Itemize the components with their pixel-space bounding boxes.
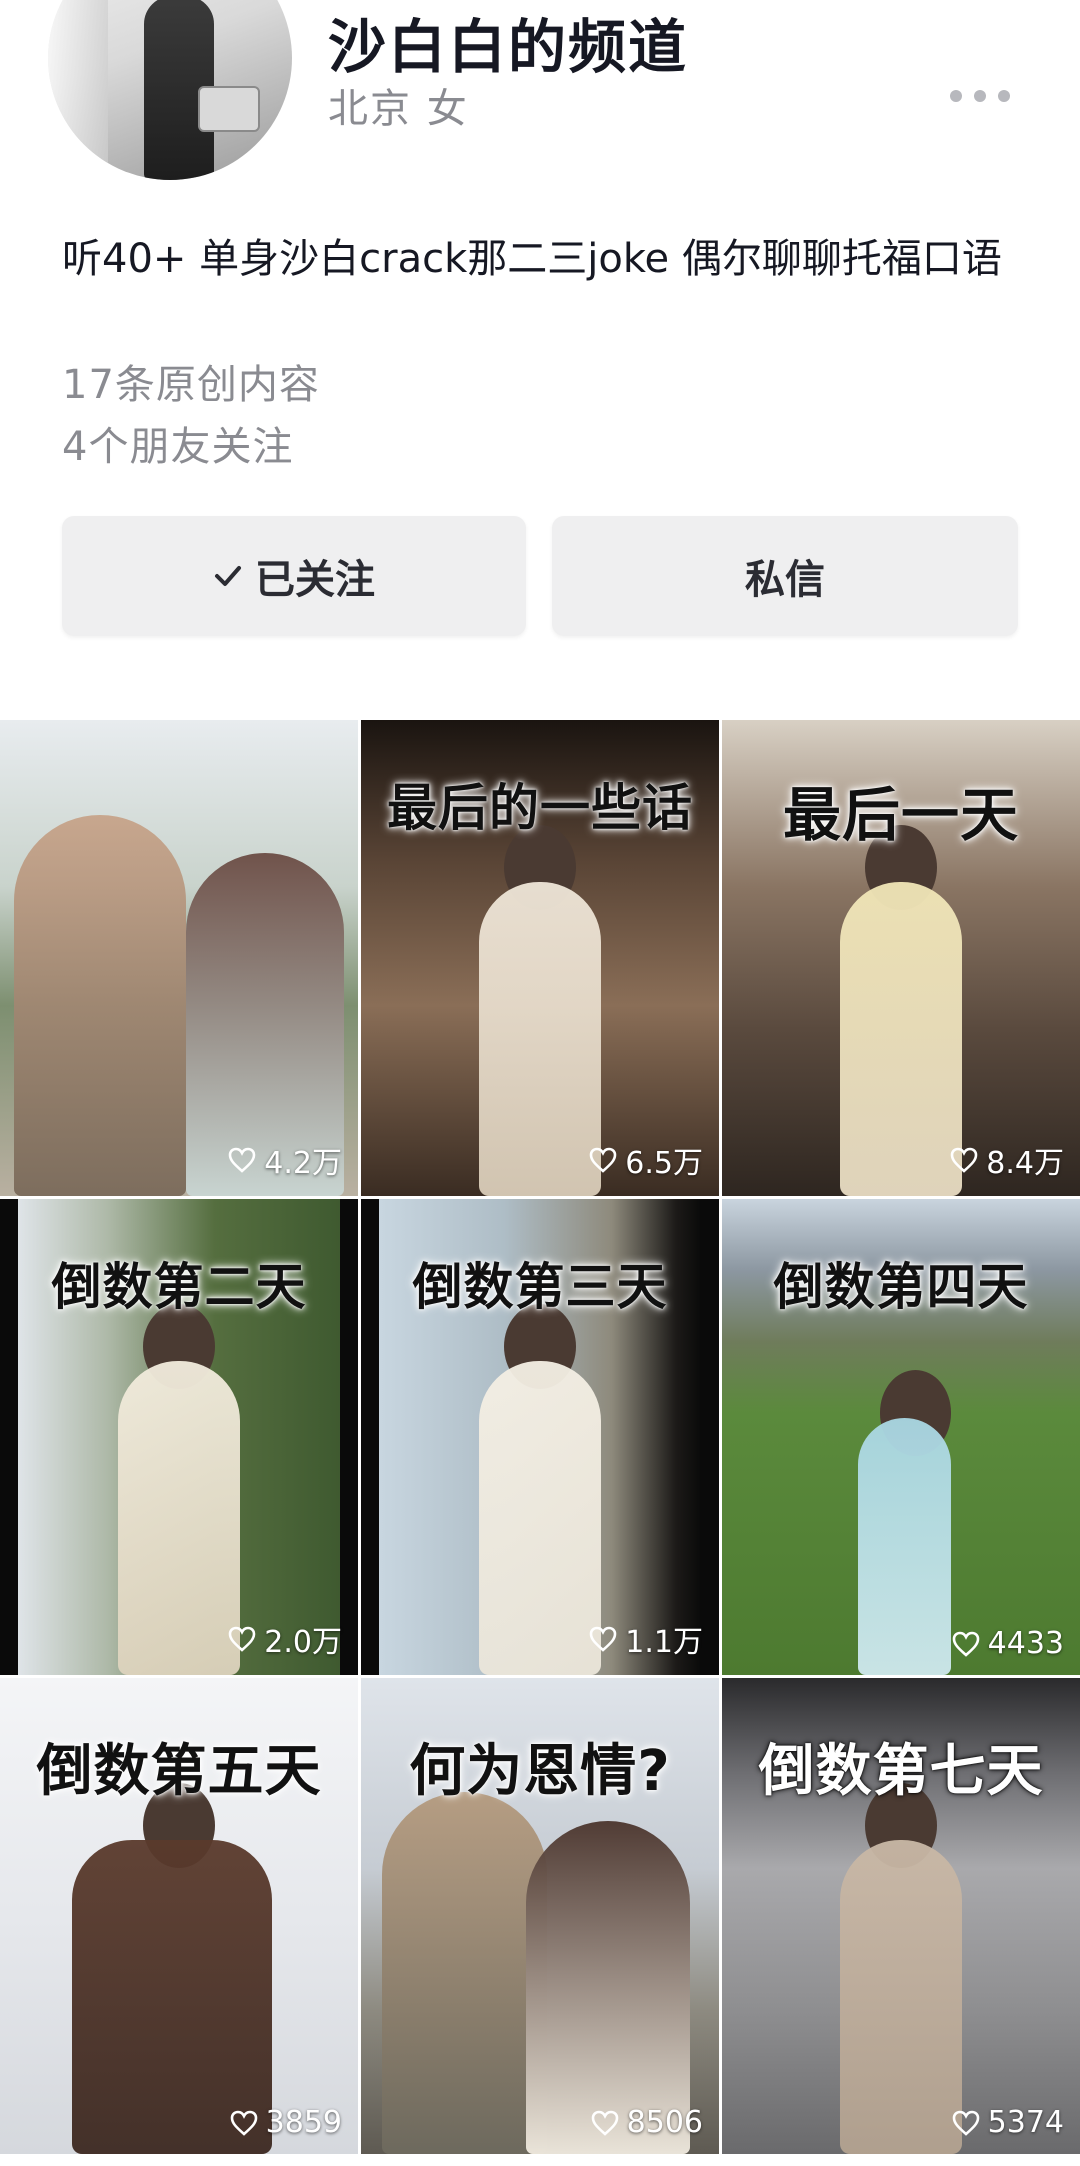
heart-icon: [228, 1147, 256, 1173]
heart-icon: [950, 1147, 978, 1173]
like-count: 6.5万: [589, 1138, 703, 1182]
more-options-icon[interactable]: [950, 82, 1010, 110]
like-count: 8.4万: [950, 1138, 1064, 1182]
like-count: 1.1万: [589, 1617, 703, 1661]
video-title: 何为恩情?: [409, 1739, 671, 1804]
like-count: 3859: [230, 2105, 342, 2140]
message-button-label: 私信: [745, 557, 825, 603]
profile-bio: 听40+ 单身沙白crack那二三joke 偶尔聊聊托福口语: [62, 236, 1002, 282]
video-tile[interactable]: 何为恩情? 8506: [361, 1678, 719, 2154]
avatar[interactable]: [48, 0, 292, 180]
video-title: 倒数第七天: [758, 1739, 1044, 1804]
heart-icon: [230, 2110, 257, 2136]
original-count: 17条原创内容: [62, 362, 320, 408]
check-icon: [215, 566, 241, 586]
video-tile[interactable]: 倒数第三天 1.1万: [361, 1199, 719, 1675]
heart-icon: [591, 2110, 618, 2136]
video-title: 最后一天: [782, 781, 1019, 849]
video-title: 倒数第二天: [51, 1258, 307, 1316]
video-tile[interactable]: 倒数第七天 5374: [722, 1678, 1080, 2154]
video-title: 倒数第五天: [36, 1739, 322, 1804]
video-title: 倒数第三天: [412, 1258, 668, 1316]
heart-icon: [589, 1147, 617, 1173]
like-count: 8506: [591, 2105, 703, 2140]
like-count: 4.2万: [228, 1138, 342, 1182]
message-button[interactable]: 私信: [552, 516, 1018, 636]
video-tile[interactable]: 倒数第四天 4433: [722, 1199, 1080, 1675]
followed-button[interactable]: 已关注: [62, 516, 526, 636]
heart-icon: [952, 2110, 979, 2136]
like-count: 4433: [952, 1626, 1064, 1661]
video-tile[interactable]: 最后的一些话 6.5万: [361, 720, 719, 1196]
channel-name: 沙白白的频道: [328, 13, 689, 81]
video-tile[interactable]: 最后一天 8.4万: [722, 720, 1080, 1196]
heart-icon: [952, 1631, 979, 1657]
video-grid: 4.2万 最后的一些话 6.5万 最后一天 8.4万 倒数第二天 2.0万 倒数…: [0, 720, 1080, 2166]
heart-icon: [589, 1626, 617, 1652]
video-tile[interactable]: 倒数第二天 2.0万: [0, 1199, 358, 1675]
video-title: 倒数第四天: [773, 1258, 1029, 1316]
followed-button-label: 已关注: [255, 557, 375, 603]
friends-follow-count[interactable]: 4个朋友关注: [62, 414, 293, 472]
avatar-background: [48, 0, 108, 180]
like-count: 5374: [952, 2105, 1064, 2140]
avatar-bag: [198, 86, 260, 132]
location-gender: 北京 女: [328, 86, 469, 132]
like-count: 2.0万: [228, 1617, 342, 1661]
video-tile[interactable]: 4.2万: [0, 720, 358, 1196]
heart-icon: [228, 1626, 256, 1652]
video-tile[interactable]: 倒数第五天 3859: [0, 1678, 358, 2154]
video-title: 最后的一些话: [387, 779, 693, 837]
